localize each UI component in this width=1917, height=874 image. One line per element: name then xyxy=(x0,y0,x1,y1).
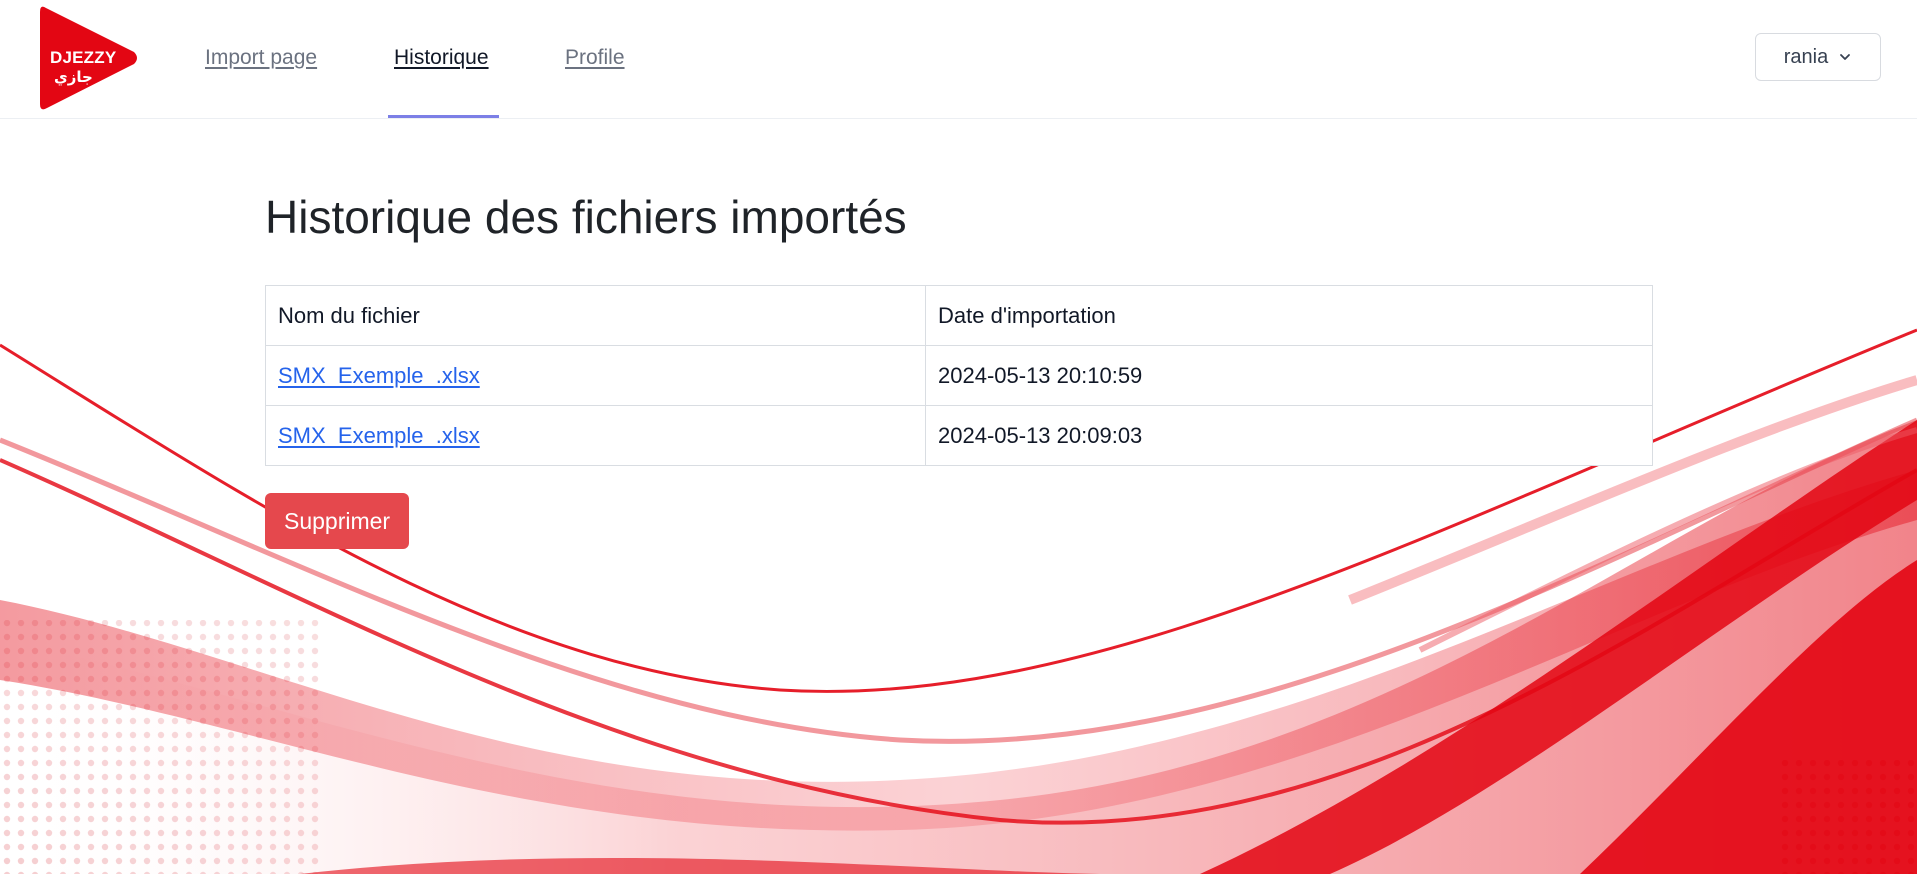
table-row: SMX_Exemple_.xlsx 2024-05-13 20:10:59 xyxy=(265,345,1653,406)
username-label: rania xyxy=(1783,45,1829,68)
file-name-cell: SMX_Exemple_.xlsx xyxy=(265,345,926,406)
file-name-cell: SMX_Exemple_.xlsx xyxy=(265,405,926,466)
file-download-link[interactable]: SMX_Exemple_.xlsx xyxy=(278,423,480,448)
table-row: SMX_Exemple_.xlsx 2024-05-13 20:09:03 xyxy=(265,405,1653,466)
nav-import-page[interactable]: Import page xyxy=(205,46,317,70)
column-header-file-name: Nom du fichier xyxy=(265,285,926,346)
logo-arabic-text: جازي xyxy=(54,68,93,86)
page-title: Historique des fichiers importés xyxy=(265,191,907,243)
user-menu-dropdown[interactable]: rania xyxy=(1755,33,1881,81)
imported-files-table: Nom du fichier Date d'importation SMX_Ex… xyxy=(265,285,1653,466)
nav-profile[interactable]: Profile xyxy=(565,46,625,70)
table-header-row: Nom du fichier Date d'importation xyxy=(265,285,1653,346)
file-download-link[interactable]: SMX_Exemple_.xlsx xyxy=(278,363,480,388)
column-header-import-date: Date d'importation xyxy=(925,285,1653,346)
import-date-cell: 2024-05-13 20:10:59 xyxy=(925,345,1653,406)
logo-text: DJEZZY xyxy=(50,48,117,67)
page: DJEZZY جازي Import page Historique Profi… xyxy=(0,0,1917,874)
chevron-down-icon xyxy=(1840,54,1851,60)
nav-historique[interactable]: Historique xyxy=(394,46,489,70)
delete-button[interactable]: Supprimer xyxy=(265,493,410,549)
djezzy-logo[interactable]: DJEZZY جازي xyxy=(40,4,140,112)
import-date-cell: 2024-05-13 20:09:03 xyxy=(925,405,1653,466)
active-tab-indicator xyxy=(388,115,499,118)
top-navbar: DJEZZY جازي Import page Historique Profi… xyxy=(0,0,1917,119)
